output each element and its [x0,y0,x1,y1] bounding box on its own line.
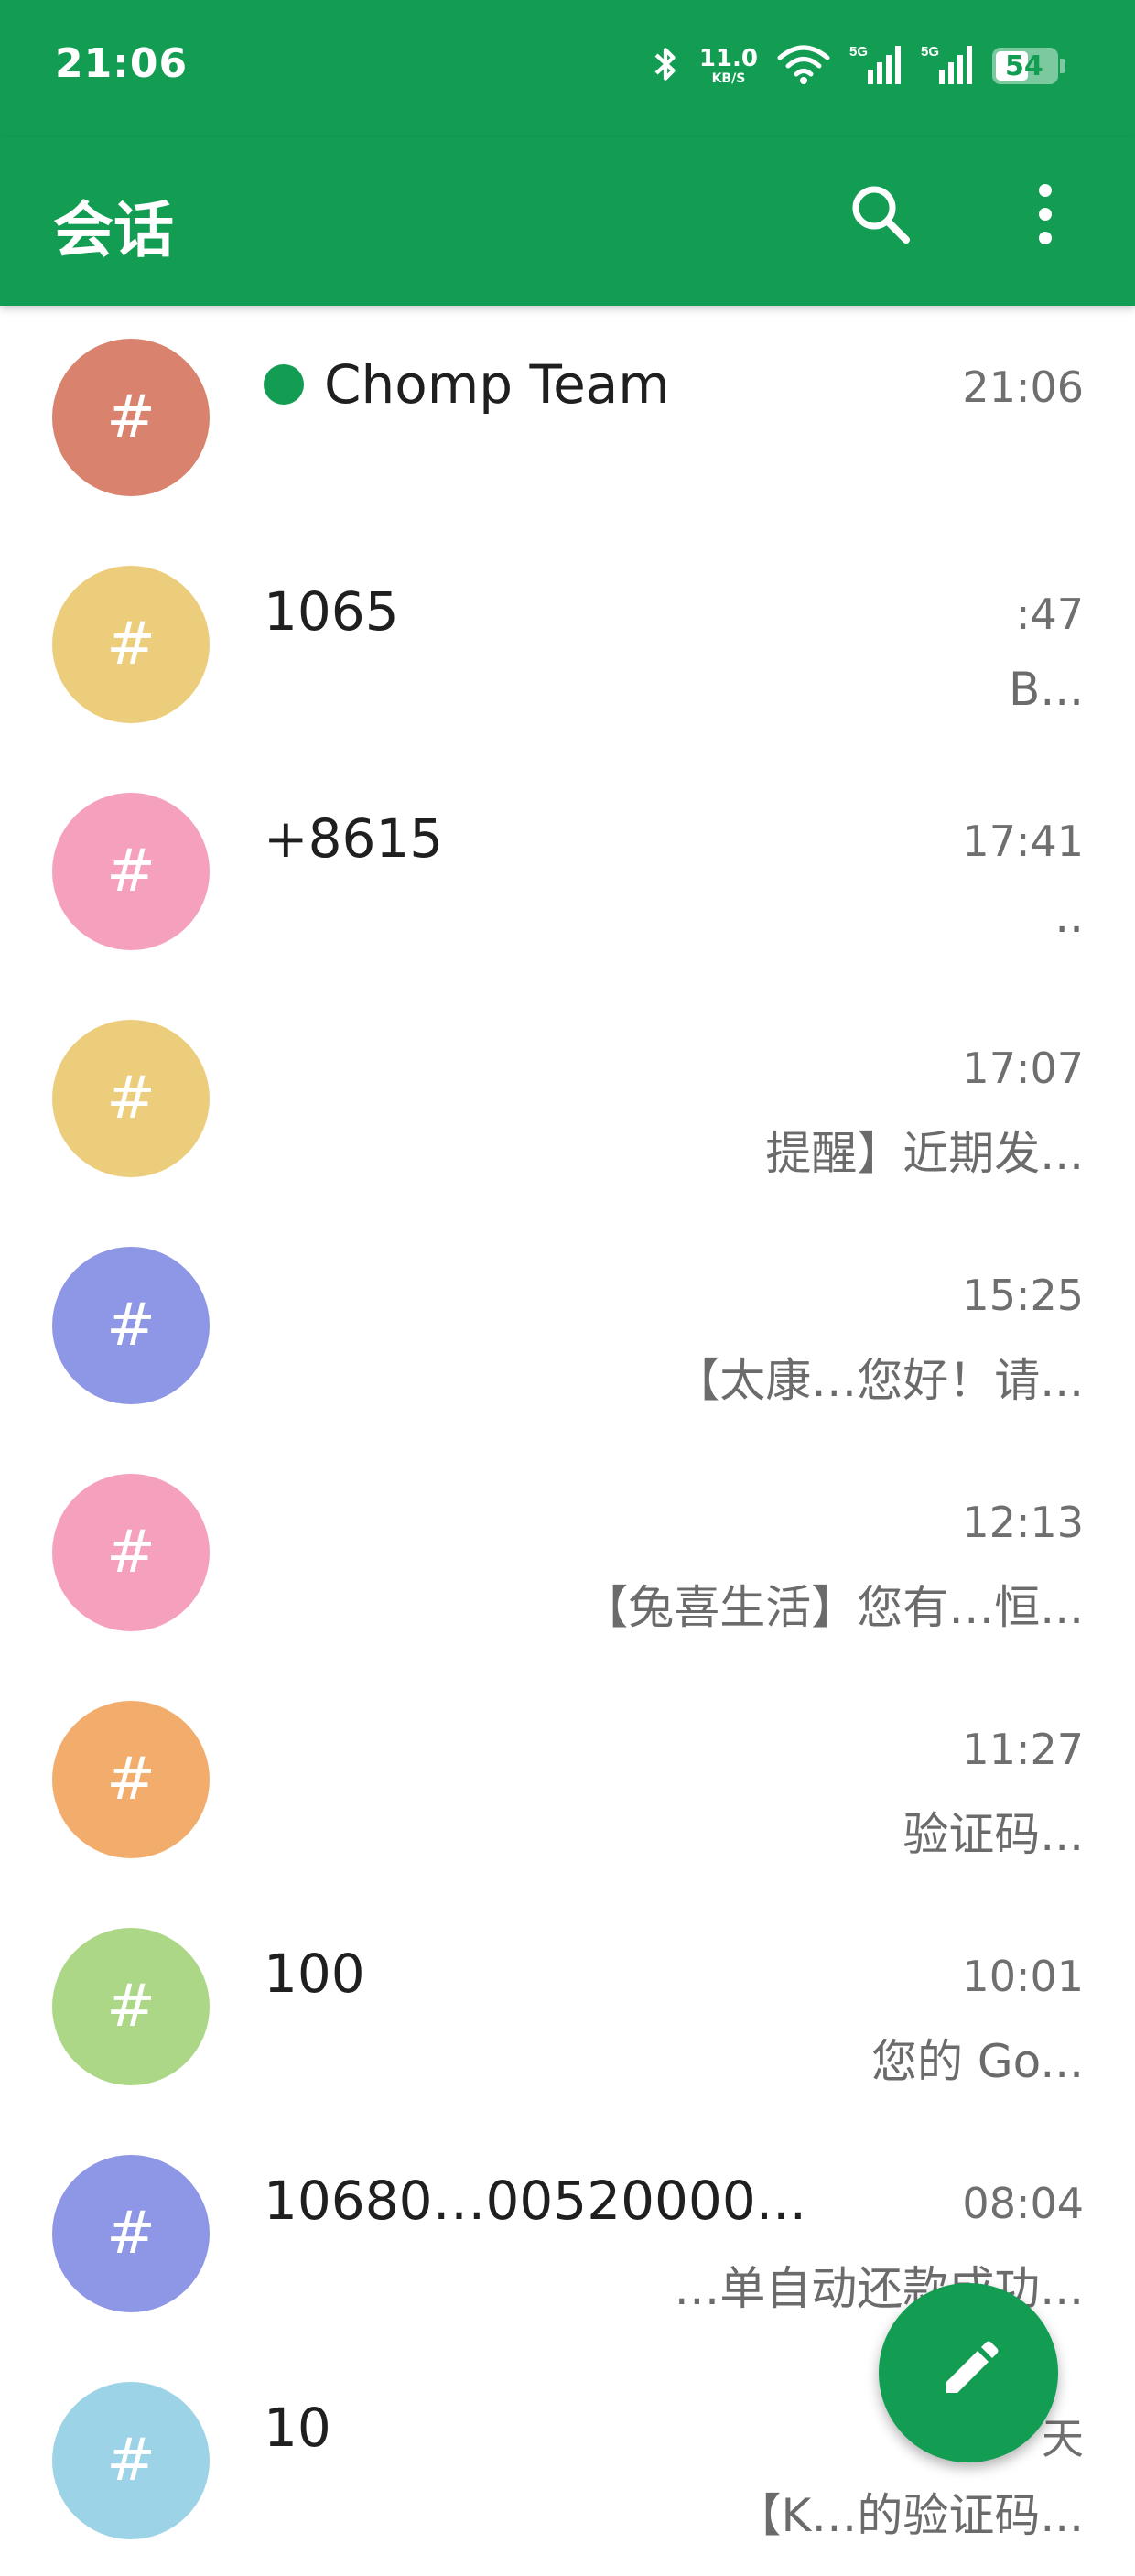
conversation-name-container: +8615 [264,807,923,870]
conversation-time: 10:01 [962,1952,1084,2001]
avatar: # [52,2382,210,2539]
conversation-preview: 【K…的验证码... [735,2489,1084,2542]
conversation-name: 10 [264,2397,331,2459]
conversation-name-container: 10680…00520000... [264,2170,923,2232]
conversation-name-container: 1065 [264,580,923,643]
pencil-icon [934,2336,1003,2409]
bluetooth-icon [650,43,681,89]
wifi-icon [776,43,831,89]
avatar: # [52,793,210,950]
cell-signal-icon: 5G [849,42,903,90]
avatar: # [52,1928,210,2085]
conversation-row[interactable]: # +8615 17:41.. [0,760,1135,987]
cell-signal-icon: 5G [921,42,974,90]
avatar: # [52,1020,210,1177]
conversation-preview: 【太康…您好！请... [674,1354,1084,1407]
conversation-row[interactable]: #1065 :47 B... [0,533,1135,760]
more-vertical-icon[interactable] [1007,176,1084,253]
status-time: 21:06 [55,40,189,87]
conversation-row[interactable]: #17:07 提醒】近期发... [0,987,1135,1214]
conversation-time: 12:13 [962,1498,1084,1547]
conversation-name-container: Chomp Team [264,353,923,416]
avatar: # [52,1701,210,1858]
conversation-time: 11:27 [962,1725,1084,1774]
conversation-name-container: 100 [264,1943,923,2005]
battery-icon: 54 [992,48,1065,84]
conversation-time: 17:07 [962,1044,1084,1093]
avatar: # [52,566,210,723]
conversation-preview: 验证码... [903,1808,1084,1861]
avatar: # [52,1247,210,1404]
conversation-row[interactable]: #11:27 验证码... [0,1668,1135,1895]
conversation-time: 15:25 [962,1271,1084,1320]
net-speed: 11.0 KB/S [698,45,758,86]
conversation-name: Chomp Team [324,353,670,416]
avatar: # [52,2155,210,2312]
online-indicator-icon [264,364,304,405]
conversation-row[interactable]: # Chomp Team 21:06 [0,306,1135,533]
avatar: # [52,1474,210,1631]
conversation-name: +8615 [264,807,444,870]
conversation-name: 1065 [264,580,399,643]
conversation-preview: 您的 Go... [870,2035,1084,2088]
conversation-time: 17:41 [962,817,1084,866]
conversation-list: # Chomp Team 21:06 #1065 :47 B... # +8615 17:41.… [0,306,1135,2576]
compose-button[interactable] [879,2283,1058,2462]
svg-text:5G: 5G [921,44,939,60]
conversation-time: 天 [1042,2414,1084,2463]
conversation-preview: .. [1054,890,1084,943]
status-bar: 21:06 11.0 KB/S 5G 5G 54 [0,0,1135,137]
conversation-name: 100 [264,1943,365,2005]
conversation-time: 08:04 [962,2179,1084,2228]
svg-text:5G: 5G [849,44,868,60]
conversation-row[interactable]: #100 10:01 您的 Go... [0,1895,1135,2122]
conversation-preview: 提醒】近期发... [765,1127,1084,1180]
conversation-time: 21:06 [962,363,1084,412]
conversation-name: 10680…00520000... [264,2170,807,2232]
conversation-time: :47 [1015,590,1084,639]
app-bar: 会话 [0,137,1135,306]
conversation-name-container: 10 [264,2397,923,2459]
status-icons: 11.0 KB/S 5G 5G 54 [650,42,1065,90]
conversation-row[interactable]: #15:25 【太康…您好！请... [0,1214,1135,1441]
page-title: 会话 [53,195,174,265]
search-icon[interactable] [842,176,919,253]
conversation-preview: B... [1009,663,1084,716]
conversation-preview: 【兔喜生活】您有…恒... [582,1581,1084,1634]
avatar: # [52,339,210,496]
conversation-row[interactable]: #12:13 【兔喜生活】您有…恒... [0,1441,1135,1668]
